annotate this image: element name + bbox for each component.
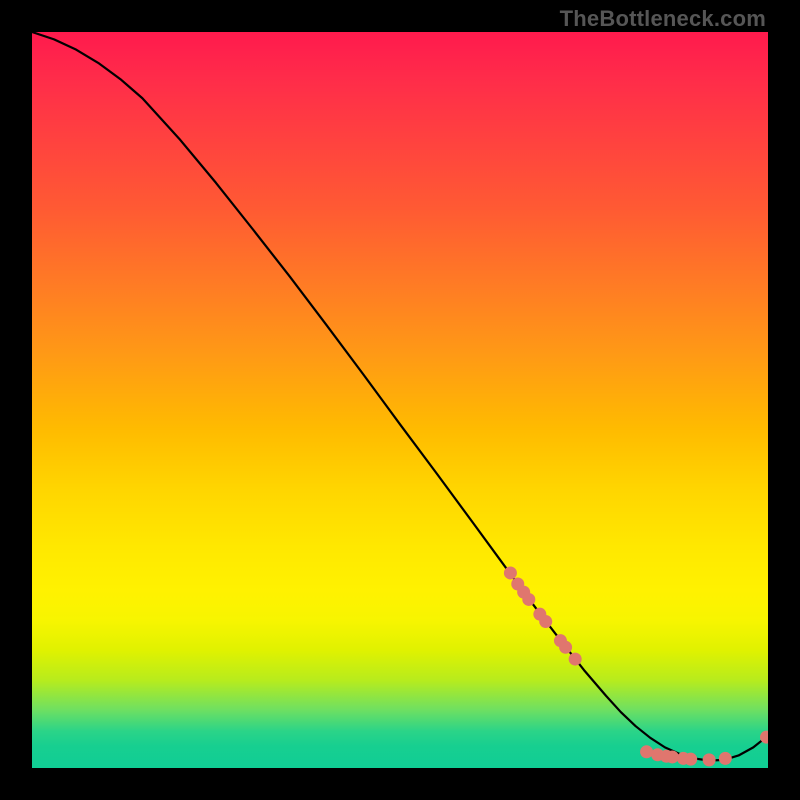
plot-area [32, 32, 768, 768]
curve-layer [32, 32, 768, 768]
main-curve [32, 32, 768, 761]
data-marker [684, 753, 697, 766]
data-marker [666, 750, 679, 763]
marker-group [504, 566, 768, 766]
data-marker [539, 615, 552, 628]
data-marker [569, 653, 582, 666]
data-marker [522, 593, 535, 606]
data-marker [719, 752, 732, 765]
watermark-text: TheBottleneck.com [560, 6, 766, 32]
data-marker [703, 753, 716, 766]
data-marker [640, 745, 653, 758]
data-marker [559, 641, 572, 654]
data-marker [504, 566, 517, 579]
chart-frame: TheBottleneck.com [0, 0, 800, 800]
